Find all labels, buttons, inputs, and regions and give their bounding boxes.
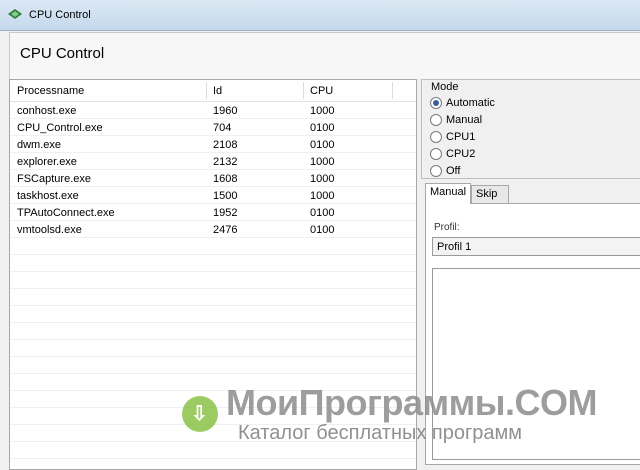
grid-line: [10, 254, 416, 255]
column-separator[interactable]: [303, 82, 304, 99]
radio-circle[interactable]: [430, 131, 442, 143]
watermark-subtitle: Каталог бесплатных программ: [238, 422, 523, 444]
grid-line: [10, 220, 416, 221]
mode-option-label: Automatic: [446, 97, 495, 109]
watermark-title: МоиПрограммы.COM: [226, 382, 597, 423]
grid-line: [10, 169, 416, 170]
radio-circle[interactable]: [430, 97, 442, 109]
radio-circle[interactable]: [430, 114, 442, 126]
process-cpu-cell: 1000: [310, 173, 335, 185]
mode-groupbox: Mode Automatic Manual CPU1 CPU2 Off: [421, 79, 640, 179]
download-icon: ⇩: [182, 396, 218, 432]
watermark: ⇩ МоиПрограммы.COM Каталог бесплатных пр…: [182, 382, 640, 470]
process-id-cell: 1608: [213, 173, 238, 185]
grid-line: [10, 135, 416, 136]
window-title: CPU Control: [29, 9, 91, 21]
grid-line: [10, 237, 416, 238]
tab-skip[interactable]: Skip: [471, 185, 509, 203]
table-row[interactable]: conhost.exe 1960 1000: [10, 102, 416, 119]
table-row[interactable]: taskhost.exe 1500 1000: [10, 187, 416, 204]
grid-line: [10, 288, 416, 289]
grid-line: [10, 203, 416, 204]
page-title: CPU Control: [20, 45, 105, 62]
mode-option-label: CPU2: [446, 148, 476, 160]
process-name-cell: conhost.exe: [17, 105, 77, 117]
process-id-cell: 2476: [213, 224, 238, 236]
process-name-cell: explorer.exe: [17, 156, 77, 168]
column-header-cpu[interactable]: CPU: [310, 85, 333, 97]
grid-line: [10, 152, 416, 153]
mode-option-label: Off: [446, 165, 461, 177]
mode-label: Mode: [430, 81, 460, 93]
grid-line: [10, 118, 416, 119]
process-list-header: Processname Id CPU: [10, 80, 416, 102]
process-id-cell: 2132: [213, 156, 238, 168]
mode-option-label: Manual: [446, 114, 483, 126]
process-name-cell: TPAutoConnect.exe: [17, 207, 115, 219]
profil-label: Profil:: [434, 222, 460, 233]
profil-combobox[interactable]: Profil 1: [432, 237, 640, 256]
process-name-cell: vmtoolsd.exe: [17, 224, 82, 236]
table-row[interactable]: dwm.exe 2108 0100: [10, 136, 416, 153]
app-icon: [8, 9, 22, 19]
grid-line: [10, 339, 416, 340]
grid-line: [10, 322, 416, 323]
grid-line: [10, 305, 416, 306]
process-id-cell: 704: [213, 122, 232, 134]
grid-line: [10, 356, 416, 357]
process-cpu-cell: 1000: [310, 156, 335, 168]
process-cpu-cell: 1000: [310, 105, 335, 117]
column-separator[interactable]: [392, 82, 393, 99]
radio-circle[interactable]: [430, 148, 442, 160]
tab-strip: Manual Skip: [425, 183, 640, 204]
mode-option-label: CPU1: [446, 131, 476, 143]
table-row[interactable]: TPAutoConnect.exe 1952 0100: [10, 204, 416, 221]
table-row[interactable]: CPU_Control.exe 704 0100: [10, 119, 416, 136]
column-header-id[interactable]: Id: [213, 85, 222, 97]
grid-line: [10, 186, 416, 187]
process-name-cell: CPU_Control.exe: [17, 122, 103, 134]
table-row[interactable]: explorer.exe 2132 1000: [10, 153, 416, 170]
process-id-cell: 1960: [213, 105, 238, 117]
process-cpu-cell: 0100: [310, 207, 335, 219]
table-row[interactable]: vmtoolsd.exe 2476 0100: [10, 221, 416, 238]
process-name-cell: dwm.exe: [17, 139, 62, 151]
process-cpu-cell: 0100: [310, 122, 335, 134]
grid-line: [10, 271, 416, 272]
tab-manual[interactable]: Manual: [425, 183, 471, 204]
table-row[interactable]: FSCapture.exe 1608 1000: [10, 170, 416, 187]
app-header: CPU Control: [9, 32, 640, 79]
process-cpu-cell: 0100: [310, 139, 335, 151]
process-name-cell: FSCapture.exe: [17, 173, 91, 185]
title-bar: CPU Control: [0, 0, 640, 31]
grid-line: [10, 373, 416, 374]
profil-selected-value: Profil 1: [437, 241, 472, 253]
column-separator[interactable]: [206, 82, 207, 99]
column-header-processname[interactable]: Processname: [17, 85, 84, 97]
process-id-cell: 1500: [213, 190, 238, 202]
process-id-cell: 1952: [213, 207, 238, 219]
radio-circle[interactable]: [430, 165, 442, 177]
process-cpu-cell: 0100: [310, 224, 335, 236]
process-name-cell: taskhost.exe: [17, 190, 79, 202]
process-id-cell: 2108: [213, 139, 238, 151]
process-cpu-cell: 1000: [310, 190, 335, 202]
